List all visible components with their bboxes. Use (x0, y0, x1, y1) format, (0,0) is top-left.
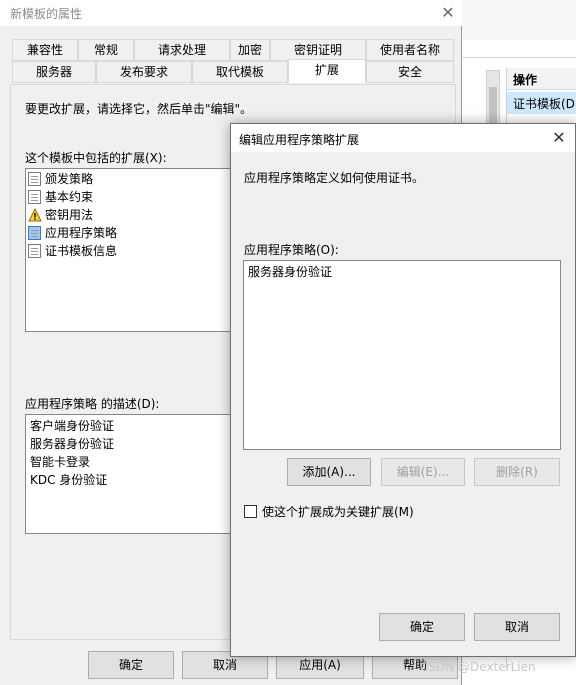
close-icon[interactable]: ✕ (438, 3, 458, 23)
edit-dialog-description: 应用程序策略定义如何使用证书。 (244, 171, 425, 185)
critical-extension-label[interactable]: 使这个扩展成为关键扩展(M) (262, 503, 414, 520)
policies-label: 应用程序策略(O): (244, 243, 339, 257)
tab-compatibility[interactable]: 兼容性 (12, 39, 78, 61)
list-item[interactable]: 颁发策略 (28, 170, 93, 188)
tab-key-attestation[interactable]: 密钥证明 (270, 39, 366, 61)
document-icon (28, 172, 41, 186)
critical-extension-checkbox[interactable] (244, 505, 257, 518)
edit-dialog-title: 编辑应用程序策略扩展 (239, 133, 360, 147)
description-line: KDC 身份验证 (30, 473, 108, 487)
properties-titlebar: 新模板的属性 ✕ (0, 0, 462, 26)
edit-button[interactable]: 编辑(E)... (381, 458, 465, 486)
tab-extensions[interactable]: 扩展 (288, 59, 366, 83)
extensions-label: 这个模板中包括的扩展(X): (25, 151, 167, 165)
description-line: 服务器身份验证 (30, 437, 115, 451)
document-selected-icon (28, 226, 41, 240)
tab-subject-name[interactable]: 使用者名称 (366, 39, 454, 61)
document-icon (28, 190, 41, 204)
description-line: 客户端身份验证 (30, 419, 115, 433)
list-item[interactable]: 基本约束 (28, 188, 93, 206)
list-item[interactable]: 证书模板信息 (28, 242, 117, 260)
remove-button[interactable]: 删除(R) (474, 458, 560, 486)
description-line: 智能卡登录 (30, 455, 91, 469)
instruction-text: 要更改扩展，请选择它，然后单击"编辑"。 (25, 102, 253, 116)
cancel-button[interactable]: 取消 (474, 613, 560, 641)
list-item[interactable]: 服务器身份验证 (248, 263, 332, 281)
description-box: 客户端身份验证 服务器身份验证 智能卡登录 KDC 身份验证 (25, 414, 237, 534)
warning-icon (28, 207, 42, 222)
actions-header: 操作 (507, 68, 576, 90)
actions-item-cert-templates[interactable]: 证书模板(D (507, 92, 576, 114)
add-button[interactable]: 添加(A)... (287, 458, 371, 486)
watermark-text: CSDN @DexterLien (420, 660, 536, 674)
ok-button[interactable]: 确定 (379, 613, 465, 641)
tab-issuance-requirements[interactable]: 发布要求 (96, 61, 192, 83)
list-item[interactable]: 密钥用法 (28, 206, 93, 224)
list-item-selected[interactable]: 应用程序策略 (28, 224, 117, 242)
background-toolbar (462, 0, 576, 40)
tab-cryptography[interactable]: 加密 (230, 39, 270, 61)
properties-title: 新模板的属性 (10, 7, 83, 21)
tab-request-handling[interactable]: 请求处理 (134, 39, 230, 61)
extensions-list[interactable]: 颁发策略 基本约束 密钥用法 应用程序策略 证书模板信息 (25, 168, 237, 332)
tab-security[interactable]: 安全 (366, 61, 454, 83)
tab-superseded-templates[interactable]: 取代模板 (192, 61, 288, 83)
description-label: 应用程序策略 的描述(D): (25, 397, 160, 411)
close-icon[interactable]: ✕ (549, 128, 569, 148)
edit-dialog-titlebar: 编辑应用程序策略扩展 ✕ (231, 124, 575, 152)
background-divider (462, 57, 576, 58)
edit-policy-dialog: 编辑应用程序策略扩展 ✕ 应用程序策略定义如何使用证书。 应用程序策略(O): … (230, 123, 576, 657)
ok-button[interactable]: 确定 (88, 651, 174, 679)
policies-list[interactable]: 服务器身份验证 (243, 260, 561, 450)
document-icon (28, 244, 41, 258)
tab-general[interactable]: 常规 (78, 39, 134, 61)
tab-server[interactable]: 服务器 (12, 61, 96, 83)
